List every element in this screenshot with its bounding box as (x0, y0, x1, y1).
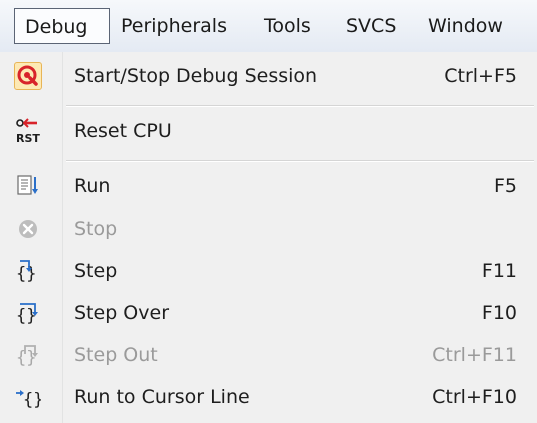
menu-item-shortcut: Ctrl+F10 (432, 386, 517, 408)
menu-tools[interactable]: Tools (264, 8, 311, 44)
menu-item-label: Step Out (74, 344, 158, 366)
menu-window[interactable]: Window (428, 8, 503, 44)
menu-item-start-stop-debug-session[interactable]: Start/Stop Debug Session Ctrl+F5 (0, 56, 537, 96)
menu-item-label: Run to Cursor Line (74, 386, 250, 408)
menu-item-label: Step Over (74, 302, 169, 324)
svg-text:{}: {} (23, 390, 41, 410)
reset-cpu-icon: RST (14, 117, 42, 145)
svg-text:RST: RST (16, 132, 40, 144)
menu-item-step-over[interactable]: {} Step Over F10 (0, 293, 537, 333)
menu-debug[interactable]: Debug (14, 8, 110, 44)
menu-item-stop[interactable]: Stop (0, 209, 537, 249)
menu-item-label: Start/Stop Debug Session (74, 65, 318, 87)
menu-item-label: Reset CPU (74, 120, 172, 142)
debug-session-icon (14, 62, 42, 90)
menu-separator (66, 160, 534, 162)
menu-item-step[interactable]: {} Step F11 (0, 251, 537, 291)
stop-icon (14, 215, 42, 243)
svg-text:{}: {} (16, 348, 36, 368)
step-out-icon: {} (14, 341, 42, 369)
menu-separator (66, 105, 534, 107)
svg-text:{}: {} (16, 306, 36, 326)
menu-item-label: Run (74, 175, 111, 197)
run-to-cursor-icon: {} (14, 383, 42, 411)
menu-bar: Debug Peripherals Tools SVCS Window (0, 0, 537, 53)
run-icon (14, 172, 42, 200)
menu-item-shortcut: Ctrl+F11 (432, 344, 517, 366)
menu-item-run[interactable]: Run F5 (0, 166, 537, 206)
menu-item-reset-cpu[interactable]: RST Reset CPU (0, 111, 537, 151)
menu-item-shortcut: F10 (481, 302, 517, 324)
svg-text:{}: {} (16, 264, 36, 284)
menu-item-run-to-cursor-line[interactable]: {} Run to Cursor Line Ctrl+F10 (0, 377, 537, 417)
menu-item-shortcut: F5 (493, 175, 517, 197)
step-over-icon: {} (14, 299, 42, 327)
step-into-icon: {} (14, 257, 42, 285)
menu-item-label: Step (74, 260, 118, 282)
menu-item-step-out[interactable]: {} Step Out Ctrl+F11 (0, 335, 537, 375)
menu-item-shortcut: F11 (481, 260, 517, 282)
menu-svcs[interactable]: SVCS (346, 8, 396, 44)
menu-peripherals[interactable]: Peripherals (121, 8, 227, 44)
menu-item-label: Stop (74, 218, 118, 240)
menu-item-shortcut: Ctrl+F5 (444, 65, 517, 87)
